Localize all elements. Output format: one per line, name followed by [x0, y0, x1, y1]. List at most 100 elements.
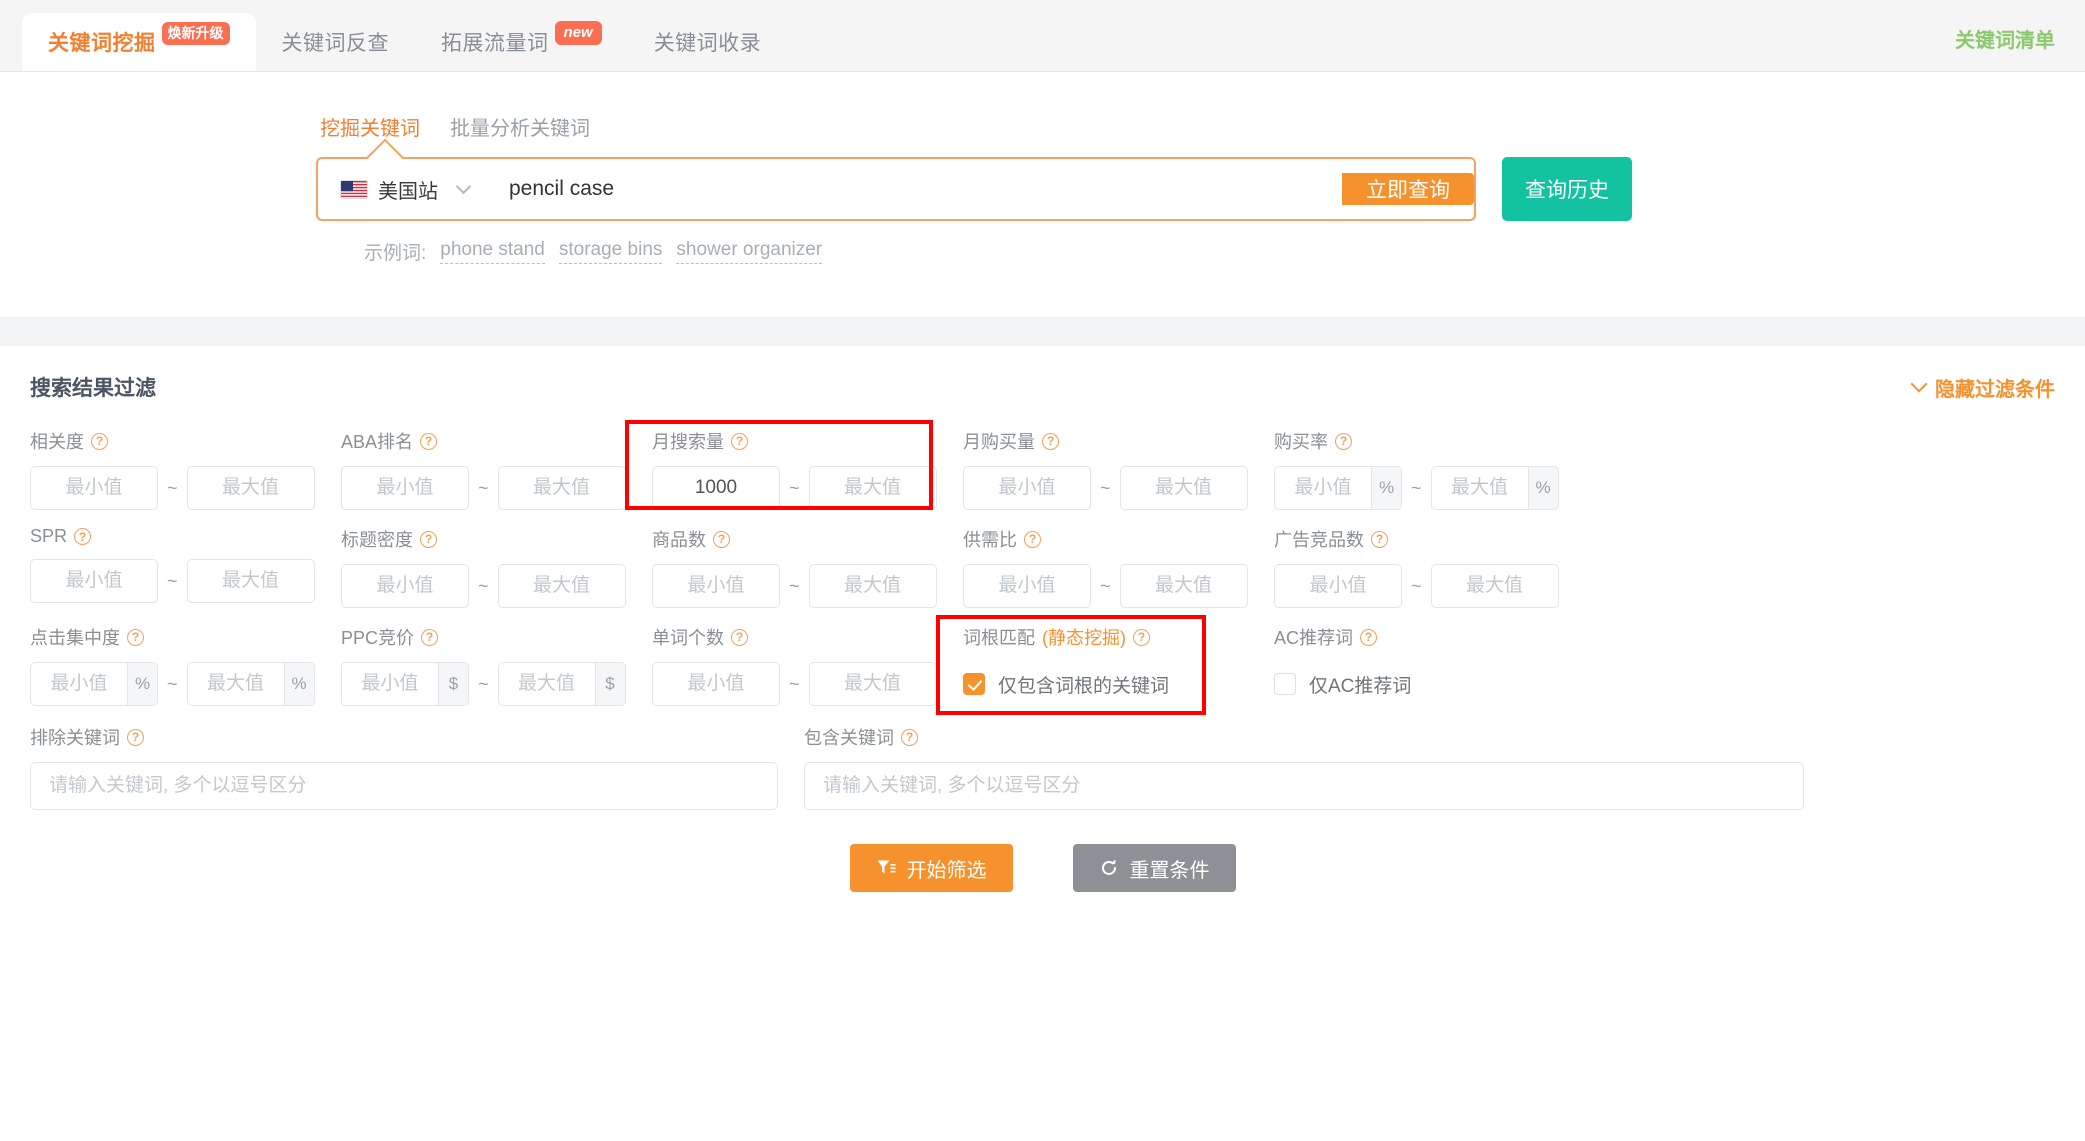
ac-recommended-checkbox-row[interactable]: 仅AC推荐词	[1274, 662, 1585, 706]
percent-addon: %	[127, 663, 157, 705]
help-icon[interactable]: ?	[1024, 531, 1041, 548]
query-history-button[interactable]: 查询历史	[1502, 157, 1632, 221]
ppc-bid-max-input[interactable]	[499, 663, 595, 705]
range-separator: ~	[1100, 478, 1111, 499]
marketplace-selector[interactable]: 美国站	[318, 159, 485, 219]
purchase-rate-max-input[interactable]	[1432, 467, 1528, 509]
ac-recommended-checkbox-label[interactable]: 仅AC推荐词	[1309, 671, 1411, 698]
help-icon[interactable]: ?	[127, 729, 144, 746]
monthly-search-volume-min-input[interactable]	[653, 467, 779, 509]
click-concentration-max-input[interactable]	[188, 663, 284, 705]
filter-label-text: 排除关键词	[30, 724, 120, 750]
range-separator: ~	[789, 478, 800, 499]
help-icon[interactable]: ?	[713, 531, 730, 548]
word-count-min-input[interactable]	[653, 663, 779, 705]
filter-label: SPR ?	[30, 526, 341, 547]
filter-label: 购买率 ?	[1274, 428, 1585, 454]
query-now-button[interactable]: 立即查询	[1342, 173, 1474, 205]
supply-demand-ratio-max-input[interactable]	[1121, 565, 1247, 607]
sub-tab-batch-analyze-keywords[interactable]: 批量分析关键词	[446, 110, 594, 143]
purchase-rate-min-input[interactable]	[1275, 467, 1371, 509]
filter-label: ABA排名 ?	[341, 428, 652, 454]
product-count-min-input[interactable]	[653, 565, 779, 607]
help-icon[interactable]: ?	[420, 531, 437, 548]
reset-conditions-button[interactable]: 重置条件	[1073, 844, 1236, 892]
monthly-search-volume-max-input[interactable]	[810, 467, 936, 509]
include-keywords-input[interactable]	[804, 762, 1804, 810]
ac-recommended-checkbox[interactable]	[1274, 673, 1296, 695]
filter-purchase-rate: 购买率 ? % ~ %	[1274, 428, 1585, 510]
root-word-match-checkbox[interactable]	[963, 673, 985, 695]
example-word-shower-organizer[interactable]: shower organizer	[676, 239, 822, 264]
monthly-purchases-max-input[interactable]	[1121, 467, 1247, 509]
nav-tab-label: 关键词挖掘	[48, 27, 156, 57]
word-count-max-input[interactable]	[810, 663, 936, 705]
max-input-wrap	[187, 559, 315, 603]
nav-tab-keyword-reverse-lookup[interactable]: 关键词反查	[256, 13, 416, 71]
filter-click-concentration: 点击集中度 ? % ~ %	[30, 624, 341, 706]
help-icon[interactable]: ?	[91, 433, 108, 450]
search-box: 美国站 立即查询	[316, 157, 1476, 221]
root-word-match-checkbox-row[interactable]: 仅包含词根的关键词	[963, 662, 1274, 706]
keyword-list-link[interactable]: 关键词清单	[1955, 24, 2055, 53]
nav-tab-keyword-mining[interactable]: 关键词挖掘 焕新升级	[22, 13, 256, 71]
aba-rank-min-input[interactable]	[342, 467, 468, 509]
help-icon[interactable]: ?	[1335, 433, 1352, 450]
max-input-wrap	[1120, 466, 1248, 510]
title-density-max-input[interactable]	[499, 565, 625, 607]
range-separator: ~	[478, 674, 489, 695]
filter-range: ~	[341, 466, 652, 510]
help-icon[interactable]: ?	[420, 433, 437, 450]
example-word-phone-stand[interactable]: phone stand	[440, 239, 545, 264]
nav-tab-expand-traffic-words[interactable]: 拓展流量词 new	[415, 13, 628, 71]
nav-tab-keyword-indexing[interactable]: 关键词收录	[628, 13, 788, 71]
monthly-purchases-min-input[interactable]	[964, 467, 1090, 509]
new-badge: new	[555, 21, 602, 45]
range-separator: ~	[478, 478, 489, 499]
nav-tab-label: 关键词收录	[654, 27, 762, 57]
help-icon[interactable]: ?	[1042, 433, 1059, 450]
relevance-max-input[interactable]	[188, 467, 314, 509]
filter-label-text: PPC竞价	[341, 624, 414, 650]
help-icon[interactable]: ?	[421, 629, 438, 646]
filter-label: 广告竞品数 ?	[1274, 526, 1585, 552]
help-icon[interactable]: ?	[731, 433, 748, 450]
min-input-wrap: %	[30, 662, 158, 706]
search-input[interactable]	[485, 159, 1368, 219]
click-concentration-min-input[interactable]	[31, 663, 127, 705]
start-filter-button[interactable]: 开始筛选	[850, 844, 1013, 892]
help-icon[interactable]: ?	[127, 629, 144, 646]
spr-min-input[interactable]	[31, 560, 157, 602]
product-count-max-input[interactable]	[810, 565, 936, 607]
filter-label-text: 购买率	[1274, 428, 1328, 454]
exclude-keywords-input[interactable]	[30, 762, 778, 810]
min-input-wrap	[341, 564, 469, 608]
filter-label-text: 月搜索量	[652, 428, 724, 454]
filter-label: 单词个数 ?	[652, 624, 963, 650]
help-icon[interactable]: ?	[1371, 531, 1388, 548]
help-icon[interactable]: ?	[901, 729, 918, 746]
range-separator: ~	[478, 576, 489, 597]
nav-tab-list: 关键词挖掘 焕新升级 关键词反查 拓展流量词 new 关键词收录	[22, 0, 787, 71]
hide-filters-label: 隐藏过滤条件	[1935, 373, 2055, 402]
hide-filters-toggle[interactable]: 隐藏过滤条件	[1913, 373, 2055, 402]
ppc-bid-min-input[interactable]	[342, 663, 438, 705]
aba-rank-max-input[interactable]	[499, 467, 625, 509]
min-input-wrap	[652, 662, 780, 706]
relevance-min-input[interactable]	[31, 467, 157, 509]
ad-competitor-count-max-input[interactable]	[1432, 565, 1558, 607]
supply-demand-ratio-min-input[interactable]	[964, 565, 1090, 607]
title-density-min-input[interactable]	[342, 565, 468, 607]
sub-tab-mine-keywords[interactable]: 挖掘关键词	[316, 110, 424, 143]
spr-max-input[interactable]	[188, 560, 314, 602]
filter-label-text: SPR	[30, 526, 67, 547]
filter-label-text: 标题密度	[341, 526, 413, 552]
help-icon[interactable]: ?	[1133, 629, 1150, 646]
help-icon[interactable]: ?	[74, 528, 91, 545]
help-icon[interactable]: ?	[731, 629, 748, 646]
ad-competitor-count-min-input[interactable]	[1275, 565, 1401, 607]
example-word-storage-bins[interactable]: storage bins	[559, 239, 663, 264]
filter-range: ~	[652, 466, 963, 510]
help-icon[interactable]: ?	[1360, 629, 1377, 646]
root-word-match-checkbox-label[interactable]: 仅包含词根的关键词	[998, 671, 1169, 698]
